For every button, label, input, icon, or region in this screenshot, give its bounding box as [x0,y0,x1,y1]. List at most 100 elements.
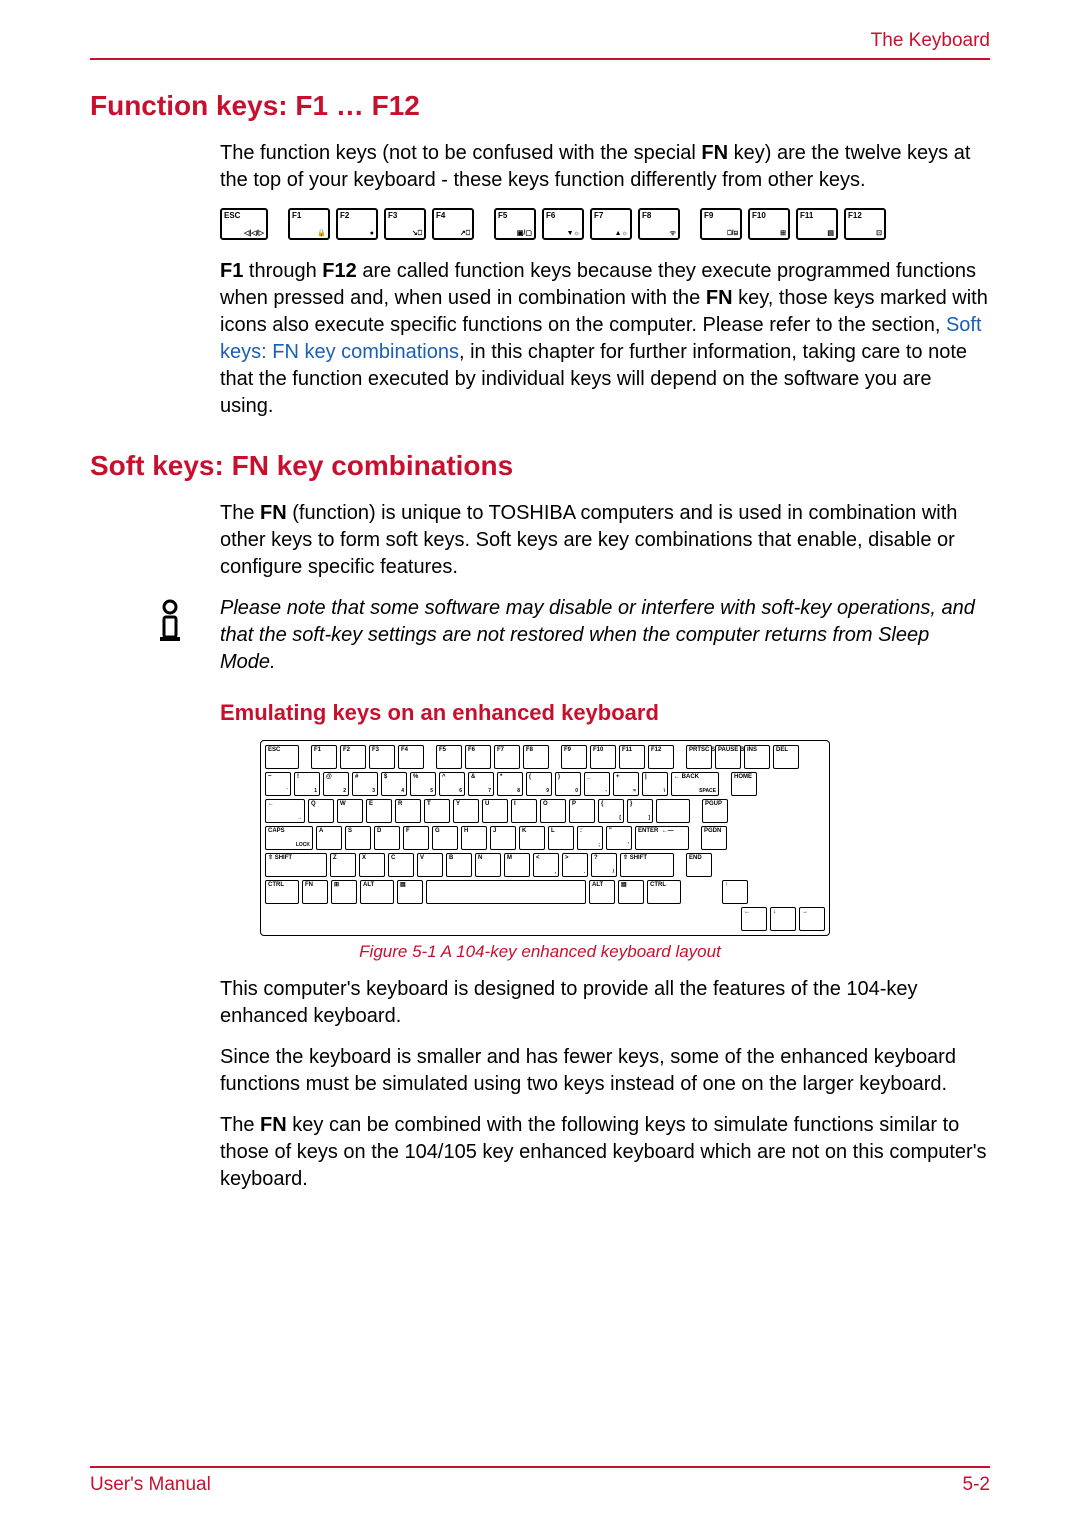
keyboard-key: B [446,853,472,877]
keyboard-key: F8 [523,745,549,769]
keyboard-key: %5 [410,772,436,796]
keyboard-key: P [569,799,595,823]
key-f6: F6▼☼ [542,208,584,240]
keyboard-key: Y [453,799,479,823]
keyboard-key: (9 [526,772,552,796]
keyboard-key: F7 [494,745,520,769]
keyboard-key [656,799,690,823]
keyboard-key: ALT [589,880,615,904]
keyboard-key: *8 [497,772,523,796]
keyboard-key: ⇧ SHIFT [620,853,674,877]
footer-left: User's Manual [90,1474,211,1496]
section2-para4: Since the keyboard is smaller and has fe… [220,1044,990,1098]
key-label: F3 [388,211,422,220]
key-icon: ▣/▢ [498,230,532,237]
keyboard-key: ESC [265,745,299,769]
keyboard-key: PAUSE BREAK [715,745,741,769]
section1-para2: F1 through F12 are called function keys … [220,258,990,420]
key-f4: F4↗⎕ [432,208,474,240]
key-f12: F12⊡ [844,208,886,240]
keyboard-key: HOME [731,772,757,796]
keyboard-key: ← [741,907,767,931]
section2-para3: This computer's keyboard is designed to … [220,976,990,1030]
text: The [220,502,260,524]
keyboard-key: #3 [352,772,378,796]
keyboard-key: }] [627,799,653,823]
key-icon: ▲☼ [594,230,628,237]
key-icon: ↗⎕ [436,230,470,237]
keyboard-key: ^6 [439,772,465,796]
text-bold: FN [260,1114,287,1136]
key-icon: ⊞ [752,230,786,237]
keyboard-key: ENTER ←— [635,826,689,850]
keyboard-key: ← BACKSPACE [671,772,719,796]
section2-para1: The FN (function) is unique to TOSHIBA c… [220,500,990,581]
section1-para1: The function keys (not to be confused wi… [220,140,990,194]
text: The [220,1114,260,1136]
figure-caption: Figure 5-1 A 104-key enhanced keyboard l… [90,942,990,962]
key-icon: ᯤ [642,230,676,237]
keyboard-key: ALT [360,880,394,904]
note-text: Please note that some software may disab… [220,595,990,676]
keyboard-key: INS [744,745,770,769]
keyboard-key: C [388,853,414,877]
section-heading-soft-keys: Soft keys: FN key combinations [90,450,990,482]
key-icon: ▤ [800,230,834,237]
document-page: The Keyboard Function keys: F1 … F12 The… [0,0,1080,1526]
note-box: Please note that some software may disab… [150,595,990,676]
keyboard-key: F1 [311,745,337,769]
keyboard-key: ~` [265,772,291,796]
key-icon: ● [340,230,374,237]
keyboard-key: &7 [468,772,494,796]
text: The function keys (not to be confused wi… [220,142,701,164]
key-label: F9 [704,211,738,220]
keyboard-key: G [432,826,458,850]
page-header: The Keyboard [90,30,990,60]
keyboard-key: PGUP [702,799,728,823]
keyboard-key: S [345,826,371,850]
key-icon: ↘⎕ [388,230,422,237]
keyboard-key: O [540,799,566,823]
key-f5: F5 ▣/▢ [494,208,536,240]
key-f1: F1 🔒 [288,208,330,240]
info-icon [150,595,200,648]
keyboard-key: N [475,853,501,877]
keyboard-key: F3 [369,745,395,769]
keyboard-key: CTRL [647,880,681,904]
key-label: F7 [594,211,628,220]
key-icon: ◁|◁/▷ [224,230,264,237]
keyboard-key: :; [577,826,603,850]
key-icon: ⎕/⊟ [704,230,738,237]
key-f11: F11▤ [796,208,838,240]
keyboard-key: → [799,907,825,931]
keyboard-key: FN [302,880,328,904]
header-title: The Keyboard [871,30,990,51]
keyboard-key: F [403,826,429,850]
text-bold: FN [260,502,287,524]
keyboard-key: $4 [381,772,407,796]
keyboard-key: F9 [561,745,587,769]
keyboard-key: E [366,799,392,823]
keyboard-key: A [316,826,342,850]
text-bold: F1 [220,260,243,282]
keyboard-key: _- [584,772,610,796]
key-f10: F10⊞ [748,208,790,240]
keyboard-key: ⊞ [331,880,357,904]
keyboard-key: !1 [294,772,320,796]
keyboard-key: CAPSLOCK [265,826,313,850]
key-icon: 🔒 [292,230,326,237]
keyboard-key: F11 [619,745,645,769]
text-bold: FN [706,287,733,309]
keyboard-key: )0 [555,772,581,796]
key-label: F1 [292,211,326,220]
keyboard-key: >. [562,853,588,877]
keyboard-key: I [511,799,537,823]
keyboard-key: PGDN [701,826,727,850]
keyboard-key [426,880,586,904]
key-label: F5 [498,211,532,220]
section2-para5: The FN key can be combined with the foll… [220,1112,990,1193]
key-f8: F8ᯤ [638,208,680,240]
key-f3: F3 ↘⎕ [384,208,426,240]
keyboard-key: ←→ [265,799,305,823]
key-esc: ESC ◁|◁/▷ [220,208,268,240]
